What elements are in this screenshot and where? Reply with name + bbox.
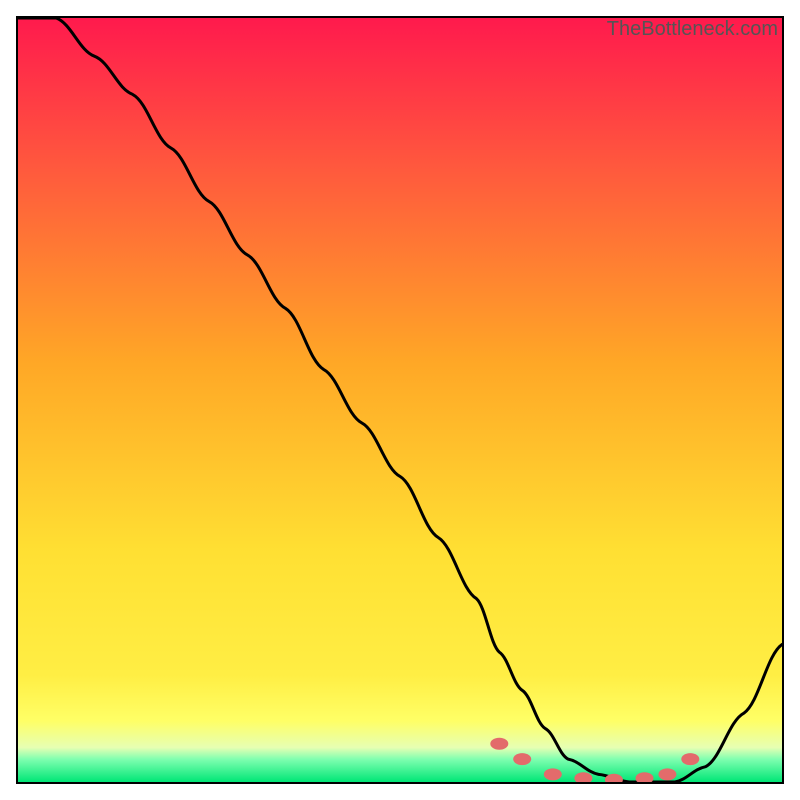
highlight-marker [574,772,592,782]
highlight-marker [490,738,508,750]
bottleneck-curve-path [18,18,782,782]
highlight-marker [636,772,654,782]
highlight-marker [544,768,562,780]
highlight-marker [658,768,676,780]
chart-frame: TheBottleneck.com [16,16,784,784]
highlight-marker [681,753,699,765]
highlight-marker [513,753,531,765]
highlight-markers [490,738,699,782]
bottleneck-curve [18,18,782,782]
chart-svg [18,18,782,782]
